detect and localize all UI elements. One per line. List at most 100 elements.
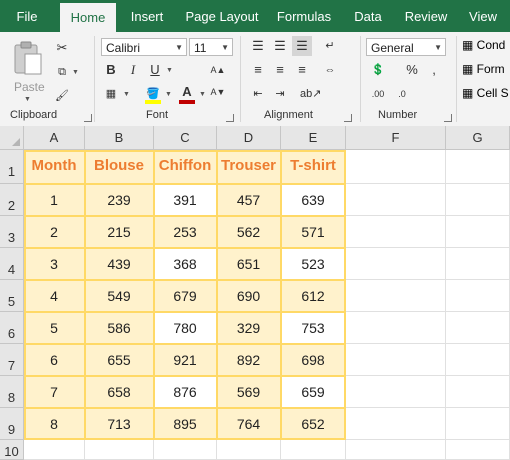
decrease-font-icon[interactable]: A▼	[208, 82, 228, 102]
tab-review[interactable]: Review	[400, 0, 452, 32]
cell-a8[interactable]: 7	[24, 376, 85, 408]
cell-g1[interactable]	[446, 150, 510, 184]
tab-home[interactable]: Home	[60, 3, 116, 32]
orientation-icon[interactable]: ab↗	[300, 84, 321, 104]
cell-g5[interactable]	[446, 280, 510, 312]
font-name-combo[interactable]: Calibri ▼	[101, 38, 187, 56]
cell-d6[interactable]: 329	[217, 312, 281, 344]
cell-a1[interactable]: Month	[24, 150, 85, 184]
format-as-table-button[interactable]: ▦ Form	[462, 62, 505, 76]
cell-g3[interactable]	[446, 216, 510, 248]
column-header-b[interactable]: B	[85, 126, 154, 150]
align-left-icon[interactable]: ≡	[248, 60, 268, 80]
align-center-icon[interactable]: ≡	[270, 60, 290, 80]
cell-b2[interactable]: 239	[85, 184, 154, 216]
tab-view[interactable]: View	[464, 0, 502, 32]
cell-f3[interactable]	[346, 216, 446, 248]
cell-g9[interactable]	[446, 408, 510, 440]
row-header-7[interactable]: 7	[0, 344, 24, 376]
cell-e3[interactable]: 571	[281, 216, 346, 248]
cell-e7[interactable]: 698	[281, 344, 346, 376]
cell-f9[interactable]	[346, 408, 446, 440]
cell-d7[interactable]: 892	[217, 344, 281, 376]
cell-b3[interactable]: 215	[85, 216, 154, 248]
align-bottom-icon[interactable]: ☰	[292, 36, 312, 56]
cell-f6[interactable]	[346, 312, 446, 344]
cell-a4[interactable]: 3	[24, 248, 85, 280]
merge-center-icon[interactable]: ⇔	[320, 60, 340, 80]
cell-a9[interactable]: 8	[24, 408, 85, 440]
cell-c8[interactable]: 876	[154, 376, 217, 408]
alignment-launcher-icon[interactable]	[344, 114, 352, 122]
cell-g2[interactable]	[446, 184, 510, 216]
increase-indent-icon[interactable]: ⇥	[270, 84, 290, 104]
tab-file[interactable]: File	[8, 0, 46, 32]
cell-e2[interactable]: 639	[281, 184, 346, 216]
cell-e10[interactable]	[281, 440, 346, 460]
cell-f8[interactable]	[346, 376, 446, 408]
cell-c7[interactable]: 921	[154, 344, 217, 376]
fill-color-icon[interactable]: 🪣	[143, 84, 163, 104]
column-header-g[interactable]: G	[446, 126, 510, 150]
cell-d4[interactable]: 651	[217, 248, 281, 280]
align-top-icon[interactable]: ☰	[248, 36, 268, 56]
cell-g6[interactable]	[446, 312, 510, 344]
cell-g7[interactable]	[446, 344, 510, 376]
cell-d5[interactable]: 690	[217, 280, 281, 312]
align-right-icon[interactable]: ≡	[292, 60, 312, 80]
wrap-text-icon[interactable]: ↵	[320, 36, 340, 56]
decrease-indent-icon[interactable]: ⇤	[248, 84, 268, 104]
italic-button[interactable]: I	[123, 60, 143, 80]
cell-d9[interactable]: 764	[217, 408, 281, 440]
font-launcher-icon[interactable]	[226, 114, 234, 122]
underline-button[interactable]: U	[145, 60, 165, 80]
row-header-5[interactable]: 5	[0, 280, 24, 312]
align-middle-icon[interactable]: ☰	[270, 36, 290, 56]
cell-e6[interactable]: 753	[281, 312, 346, 344]
decrease-decimal-icon[interactable]: .0	[392, 84, 412, 104]
fill-color-dropdown-icon[interactable]: ▼	[165, 91, 172, 98]
row-header-6[interactable]: 6	[0, 312, 24, 344]
cell-b8[interactable]: 658	[85, 376, 154, 408]
number-launcher-icon[interactable]	[444, 114, 452, 122]
cell-c4[interactable]: 368	[154, 248, 217, 280]
tab-page-layout[interactable]: Page Layout	[182, 0, 262, 32]
paste-button[interactable]: Paste ▼	[8, 38, 48, 103]
increase-decimal-icon[interactable]: .00	[368, 84, 388, 104]
cell-a2[interactable]: 1	[24, 184, 85, 216]
cell-d8[interactable]: 569	[217, 376, 281, 408]
cell-b5[interactable]: 549	[85, 280, 154, 312]
cell-e4[interactable]: 523	[281, 248, 346, 280]
select-all-corner[interactable]	[0, 126, 24, 150]
cell-d1[interactable]: Trouser	[217, 150, 281, 184]
comma-style-icon[interactable]: ,	[424, 60, 444, 80]
cell-g4[interactable]	[446, 248, 510, 280]
column-header-f[interactable]: F	[346, 126, 446, 150]
cell-e1[interactable]: T-shirt	[281, 150, 346, 184]
column-header-d[interactable]: D	[217, 126, 281, 150]
copy-dropdown-icon[interactable]: ▼	[72, 69, 79, 76]
cell-d2[interactable]: 457	[217, 184, 281, 216]
cell-a7[interactable]: 6	[24, 344, 85, 376]
cell-styles-button[interactable]: ▦ Cell S	[462, 86, 509, 100]
cell-c2[interactable]: 391	[154, 184, 217, 216]
cell-d10[interactable]	[217, 440, 281, 460]
cell-b7[interactable]: 655	[85, 344, 154, 376]
cell-a3[interactable]: 2	[24, 216, 85, 248]
cell-a10[interactable]	[24, 440, 85, 460]
clipboard-launcher-icon[interactable]	[84, 114, 92, 122]
font-color-icon[interactable]: A	[177, 82, 197, 104]
row-header-2[interactable]: 2	[0, 184, 24, 216]
cell-f2[interactable]	[346, 184, 446, 216]
tab-insert[interactable]: Insert	[124, 0, 170, 32]
cell-d3[interactable]: 562	[217, 216, 281, 248]
borders-dropdown-icon[interactable]: ▼	[123, 91, 130, 98]
cell-b10[interactable]	[85, 440, 154, 460]
conditional-formatting-button[interactable]: ▦ Cond	[462, 38, 505, 52]
font-color-dropdown-icon[interactable]: ▼	[199, 91, 206, 98]
cell-b1[interactable]: Blouse	[85, 150, 154, 184]
underline-dropdown-icon[interactable]: ▼	[166, 67, 173, 74]
bold-button[interactable]: B	[101, 60, 121, 80]
accounting-format-icon[interactable]: 💲	[368, 60, 388, 80]
cell-e8[interactable]: 659	[281, 376, 346, 408]
